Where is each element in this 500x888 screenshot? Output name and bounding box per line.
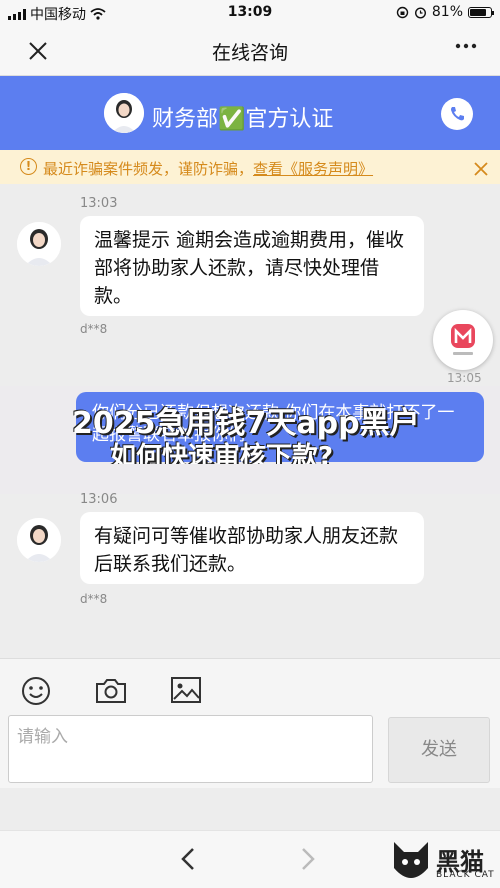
warning-icon: !	[20, 158, 37, 175]
image-icon	[171, 677, 201, 703]
message-user: d**8	[80, 592, 108, 606]
message-input[interactable]: 请输入	[8, 715, 373, 783]
composer: 请输入 发送	[0, 658, 500, 788]
page-title: 在线咨询	[211, 42, 288, 64]
call-button[interactable]	[441, 98, 473, 130]
message-bubble: 温馨提示 逾期会造成逾期费用，催收部将协助家人还款，请尽快处理借款。	[80, 216, 424, 316]
camera-icon	[96, 679, 126, 703]
ad-subtitle: 如何快速审核下款?	[110, 442, 334, 464]
message-user: d**8	[80, 322, 108, 336]
agent-name: 财务部✅官方认证	[152, 107, 334, 132]
chevron-right-icon	[302, 848, 315, 870]
phone-icon	[451, 107, 464, 121]
black-cat-logo-icon	[394, 842, 428, 878]
battery-fill	[470, 8, 486, 16]
send-button[interactable]: 发送	[388, 717, 490, 783]
emoji-button[interactable]	[20, 675, 54, 705]
more-icon	[455, 43, 477, 49]
message-time: 13:05	[447, 371, 482, 385]
message-time: 13:06	[80, 492, 118, 507]
message-time: 13:03	[80, 196, 118, 211]
more-button[interactable]	[454, 34, 478, 64]
status-bar: 中国移动 13:09 81%	[0, 0, 500, 26]
alarm-icon	[414, 6, 426, 19]
notice-message: 最近诈骗案件频发，谨防诈骗，	[43, 160, 254, 178]
rotation-lock-icon	[396, 6, 409, 18]
emoji-icon	[22, 677, 50, 705]
image-button[interactable]	[169, 675, 203, 705]
watermark-subtext: BLACK CAT	[436, 870, 495, 880]
chevron-left-icon	[181, 848, 194, 870]
battery-icon	[468, 6, 494, 18]
service-statement-link[interactable]: 查看《服务声明》	[253, 160, 373, 178]
agent-avatar	[104, 93, 144, 133]
notice-text: 最近诈骗案件频发，谨防诈骗，查看《服务声明》	[43, 158, 373, 179]
camera-button[interactable]	[94, 675, 128, 705]
fraud-notice: ! 最近诈骗案件频发，谨防诈骗，查看《服务声明》	[0, 150, 500, 184]
back-button[interactable]	[180, 845, 196, 878]
agent-avatar	[17, 518, 61, 562]
app-logo-icon	[451, 324, 475, 355]
notice-close-button[interactable]	[474, 155, 488, 181]
agent-header: 财务部✅官方认证	[0, 76, 500, 150]
battery-percent: 81%	[431, 4, 463, 20]
nav-bar: 在线咨询	[0, 26, 500, 76]
agent-avatar	[17, 222, 61, 266]
close-icon	[474, 162, 488, 176]
forward-button[interactable]	[300, 845, 316, 878]
floating-app-badge[interactable]	[433, 310, 493, 370]
battery-area: 81%	[396, 4, 494, 20]
message-bubble: 有疑问可等催收部协助家人朋友还款后联系我们还款。	[80, 512, 424, 584]
